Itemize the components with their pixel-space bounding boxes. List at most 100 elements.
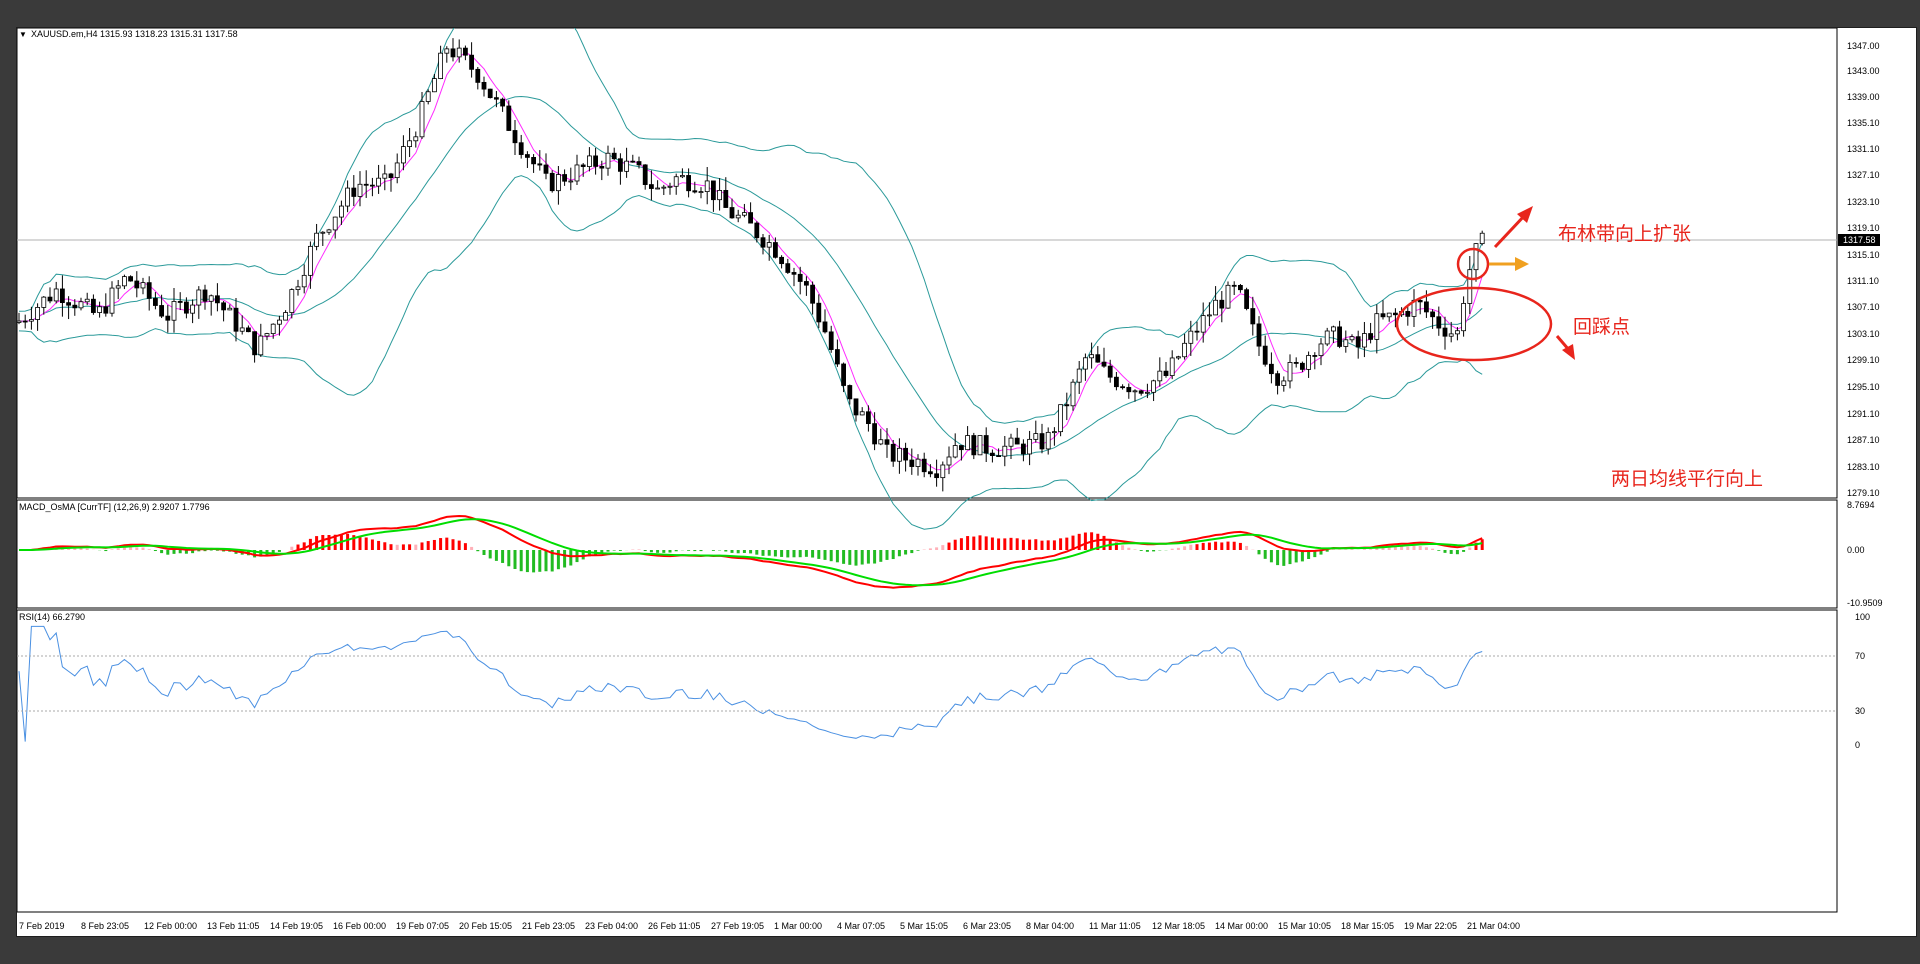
- candle[interactable]: [407, 128, 413, 158]
- candle[interactable]: [828, 325, 834, 353]
- candle[interactable]: [351, 175, 357, 207]
- candle[interactable]: [1250, 296, 1256, 336]
- candle[interactable]: [91, 294, 96, 315]
- candle[interactable]: [258, 323, 264, 357]
- candle[interactable]: [983, 427, 989, 463]
- candle[interactable]: [698, 187, 704, 199]
- candle[interactable]: [295, 279, 301, 296]
- candle[interactable]: [1002, 436, 1008, 467]
- candle[interactable]: [524, 151, 530, 169]
- candle[interactable]: [512, 119, 518, 156]
- candle[interactable]: [562, 169, 567, 186]
- candle[interactable]: [903, 442, 908, 472]
- candle[interactable]: [1467, 256, 1473, 315]
- candle[interactable]: [382, 164, 388, 191]
- candle[interactable]: [1318, 338, 1324, 366]
- candle[interactable]: [1083, 353, 1088, 381]
- candle[interactable]: [196, 286, 202, 319]
- candle[interactable]: [1033, 420, 1039, 443]
- candle[interactable]: [1269, 352, 1274, 384]
- candle[interactable]: [909, 448, 915, 475]
- candle[interactable]: [890, 439, 896, 467]
- candle[interactable]: [692, 181, 698, 194]
- candle[interactable]: [624, 147, 629, 178]
- candle[interactable]: [1355, 330, 1361, 359]
- candle[interactable]: [1380, 300, 1386, 320]
- candle[interactable]: [543, 153, 549, 180]
- candle[interactable]: [667, 182, 673, 195]
- candle[interactable]: [1157, 357, 1163, 387]
- candle[interactable]: [245, 325, 251, 333]
- candle[interactable]: [1039, 423, 1045, 454]
- candle[interactable]: [103, 293, 109, 317]
- candle[interactable]: [1349, 334, 1355, 343]
- candle[interactable]: [822, 309, 828, 334]
- candle[interactable]: [971, 432, 977, 460]
- candle[interactable]: [897, 438, 902, 474]
- candle[interactable]: [1126, 383, 1132, 399]
- candle[interactable]: [1182, 333, 1187, 360]
- candle[interactable]: [711, 180, 716, 212]
- candle[interactable]: [500, 97, 506, 112]
- candle[interactable]: [413, 131, 419, 148]
- candle[interactable]: [773, 237, 778, 259]
- candle[interactable]: [729, 198, 735, 219]
- candle[interactable]: [28, 306, 34, 330]
- candle[interactable]: [1405, 307, 1411, 326]
- candle[interactable]: [97, 301, 102, 318]
- candle[interactable]: [314, 223, 320, 251]
- candle[interactable]: [1114, 371, 1119, 391]
- candle[interactable]: [1076, 360, 1082, 394]
- candle[interactable]: [233, 298, 239, 342]
- candle[interactable]: [214, 283, 220, 312]
- candle[interactable]: [475, 66, 481, 90]
- candle[interactable]: [618, 153, 623, 185]
- candle[interactable]: [1014, 427, 1020, 445]
- candle[interactable]: [419, 91, 425, 140]
- candle[interactable]: [1306, 351, 1311, 378]
- candle[interactable]: [438, 45, 444, 80]
- candle[interactable]: [35, 303, 41, 331]
- candle[interactable]: [1169, 350, 1175, 380]
- candle[interactable]: [593, 147, 598, 175]
- candle[interactable]: [704, 167, 710, 205]
- candle[interactable]: [487, 88, 493, 99]
- candle[interactable]: [1448, 321, 1454, 343]
- candle[interactable]: [394, 153, 400, 184]
- candle[interactable]: [649, 170, 654, 201]
- candle[interactable]: [140, 277, 146, 295]
- candle[interactable]: [239, 315, 245, 335]
- candle[interactable]: [661, 184, 667, 196]
- candle[interactable]: [60, 275, 65, 317]
- candle[interactable]: [1411, 289, 1417, 328]
- candle[interactable]: [1200, 302, 1206, 343]
- candle[interactable]: [605, 145, 611, 176]
- candle[interactable]: [878, 428, 884, 446]
- candle[interactable]: [1256, 316, 1262, 356]
- candle[interactable]: [1225, 281, 1231, 309]
- candle[interactable]: [1244, 287, 1249, 311]
- candle[interactable]: [177, 292, 183, 311]
- candle[interactable]: [655, 180, 660, 190]
- dropdown-triangle-icon[interactable]: ▼: [19, 30, 27, 39]
- candle[interactable]: [1368, 322, 1373, 344]
- candle[interactable]: [481, 76, 487, 97]
- candle[interactable]: [835, 339, 840, 367]
- candle[interactable]: [283, 310, 289, 321]
- chart-window[interactable]: ▼ XAUUSD.em,H4 1315.93 1318.23 1315.31 1…: [16, 27, 1917, 937]
- candle[interactable]: [760, 233, 766, 255]
- candle[interactable]: [630, 154, 636, 163]
- candle[interactable]: [959, 445, 964, 461]
- candle[interactable]: [928, 464, 933, 478]
- candle[interactable]: [1386, 312, 1392, 322]
- candle[interactable]: [1163, 361, 1169, 378]
- candle[interactable]: [642, 164, 648, 190]
- candle[interactable]: [115, 280, 121, 300]
- candle[interactable]: [673, 173, 679, 195]
- candle[interactable]: [1027, 430, 1032, 466]
- candle[interactable]: [1293, 357, 1299, 368]
- candle[interactable]: [1194, 321, 1200, 341]
- candle[interactable]: [841, 362, 846, 393]
- candle[interactable]: [946, 446, 952, 475]
- candle[interactable]: [1479, 230, 1485, 246]
